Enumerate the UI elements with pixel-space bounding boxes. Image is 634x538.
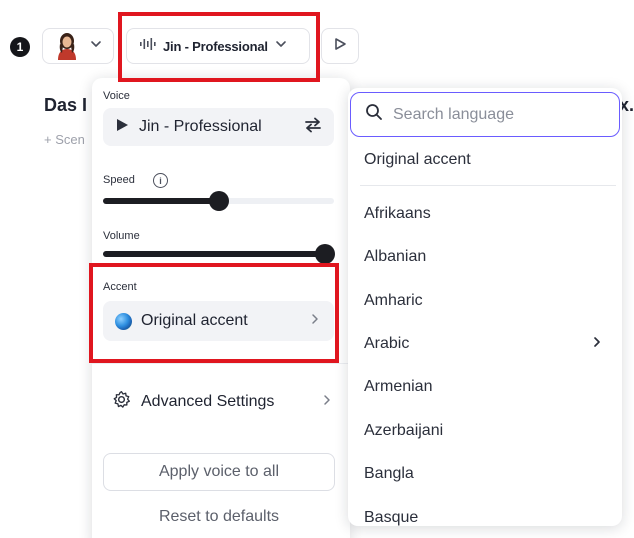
chevron-right-icon <box>308 312 322 331</box>
avatar-selector-button[interactable] <box>42 28 114 64</box>
language-option-label: Afrikaans <box>364 205 431 222</box>
language-option[interactable]: Amharic <box>348 281 622 321</box>
voice-section-label: Voice <box>103 90 130 102</box>
chevron-down-icon <box>274 37 288 56</box>
speed-label: Speed <box>103 174 135 186</box>
play-icon <box>333 37 347 56</box>
language-option-label: Albanian <box>364 248 427 265</box>
language-search-input[interactable] <box>393 105 593 124</box>
voice-button-label: Jin - Professional <box>163 38 268 54</box>
volume-label: Volume <box>103 230 140 242</box>
language-dropdown: Original accent Afrikaans Albanian Amhar… <box>348 88 622 526</box>
language-option-label: Original accent <box>364 151 471 168</box>
apply-voice-to-all-button[interactable]: Apply voice to all <box>103 453 335 491</box>
speed-slider-fill <box>103 198 219 204</box>
chevron-right-icon <box>590 335 604 354</box>
search-icon <box>365 103 383 126</box>
language-option-original[interactable]: Original accent <box>348 140 622 180</box>
volume-slider[interactable] <box>103 244 335 264</box>
speed-slider[interactable] <box>103 191 334 211</box>
volume-slider-thumb[interactable] <box>314 244 335 264</box>
language-option-label: Basque <box>364 509 419 526</box>
info-icon[interactable]: i <box>153 173 168 188</box>
language-option[interactable]: Armenian <box>348 367 622 407</box>
scene-title: Das I <box>44 95 88 115</box>
volume-slider-fill <box>103 251 334 257</box>
add-scene-link[interactable]: + Scen <box>44 132 85 147</box>
language-option[interactable]: Arabic <box>348 324 622 364</box>
swap-icon[interactable] <box>304 116 322 139</box>
reset-to-defaults-button[interactable]: Reset to defaults <box>103 503 335 531</box>
chevron-right-icon <box>320 393 334 412</box>
language-option-label: Armenian <box>364 378 433 395</box>
accent-label: Accent <box>103 281 137 293</box>
globe-icon <box>115 312 132 330</box>
language-option[interactable]: Basque <box>348 498 622 526</box>
voice-select[interactable]: Jin - Professional <box>103 108 334 146</box>
language-option[interactable]: Afrikaans <box>348 194 622 234</box>
language-divider <box>360 185 616 186</box>
play-icon[interactable] <box>115 118 129 137</box>
language-option[interactable]: Bangla <box>348 454 622 494</box>
accent-select[interactable]: Original accent <box>103 301 334 341</box>
language-option-label: Amharic <box>364 292 423 309</box>
language-option-label: Azerbaijani <box>364 422 444 439</box>
voice-settings-panel: Voice Jin - Professional Speed i Volume … <box>92 78 350 538</box>
advanced-settings-label: Advanced Settings <box>141 393 275 410</box>
panel-divider <box>92 363 350 364</box>
advanced-settings-button[interactable]: Advanced Settings <box>103 386 334 418</box>
accent-value: Original accent <box>141 312 248 329</box>
language-option-label: Bangla <box>364 465 414 482</box>
scene-number-badge: 1 <box>10 37 30 57</box>
speed-slider-thumb[interactable] <box>208 191 229 211</box>
voice-name: Jin - Professional <box>139 118 262 135</box>
gear-icon <box>112 390 131 414</box>
avatar <box>55 32 79 60</box>
language-search-box[interactable] <box>350 92 620 137</box>
language-option[interactable]: Azerbaijani <box>348 411 622 451</box>
voice-selector-button[interactable]: Jin - Professional <box>126 28 310 64</box>
chevron-down-icon <box>89 37 103 56</box>
language-option[interactable]: Albanian <box>348 237 622 277</box>
waveform-icon <box>139 37 157 56</box>
play-preview-button[interactable] <box>321 28 359 64</box>
language-option-label: Arabic <box>364 335 410 352</box>
